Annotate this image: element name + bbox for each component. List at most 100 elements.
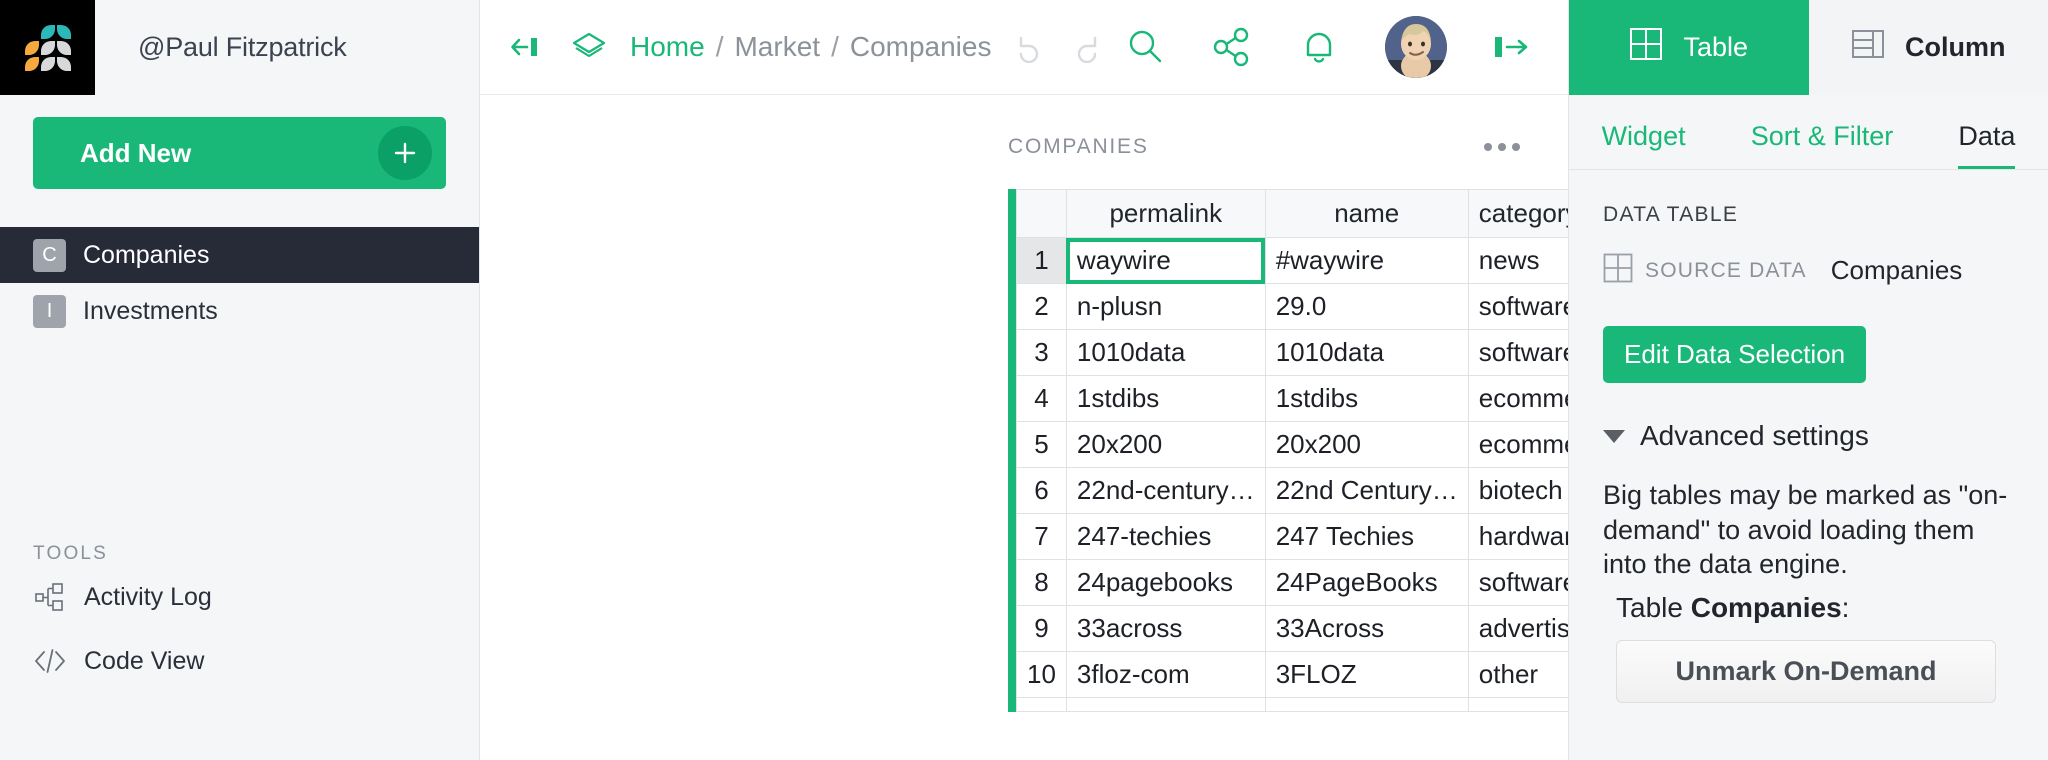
cell-category-code[interactable]: software xyxy=(1467,283,1568,330)
cell-permalink[interactable]: 3floz-com xyxy=(1065,651,1266,698)
main-content: COMPANIES permalink name category_code s… xyxy=(480,95,1568,760)
cell-category-code[interactable]: other xyxy=(1467,651,1568,698)
tool-item-code-view[interactable]: Code View xyxy=(0,629,479,693)
table-line-prefix: Table xyxy=(1616,591,1691,623)
breadcrumb-market[interactable]: Market xyxy=(734,31,820,63)
breadcrumb: Home / Market / Companies xyxy=(510,30,991,64)
tool-item-activity-log[interactable]: Activity Log xyxy=(0,565,479,629)
cell-category-code[interactable]: advertising xyxy=(1467,605,1568,652)
table-row[interactable]: 9 33across 33Across advertising operatin… xyxy=(1016,605,1568,652)
center-column: Home / Market / Companies COMPANIES perm… xyxy=(480,0,1568,760)
advanced-settings-label: Advanced settings xyxy=(1640,420,1869,451)
add-new-button[interactable]: Add New xyxy=(33,117,446,189)
tab-column[interactable]: Column xyxy=(1808,0,2048,95)
column-header-category-code[interactable]: category_code xyxy=(1467,189,1568,238)
sidebar-item-label: Investments xyxy=(83,296,218,325)
cell-name[interactable]: 1010data xyxy=(1264,329,1469,376)
sidebar-item-investments[interactable]: I Investments xyxy=(0,283,479,339)
cell-category-code[interactable]: ecommerce xyxy=(1467,421,1568,468)
sidebar-item-companies[interactable]: C Companies xyxy=(0,227,479,283)
cell-name[interactable]: 3FLOZ xyxy=(1264,651,1469,698)
logout-icon[interactable] xyxy=(1492,30,1532,64)
cell-category-code[interactable]: biotech xyxy=(1467,467,1568,514)
cell-name[interactable]: 247 Techies xyxy=(1264,513,1469,560)
history-controls xyxy=(1011,31,1105,63)
cell-category-code[interactable]: news xyxy=(1467,237,1568,284)
cell-permalink[interactable]: 247-techies xyxy=(1065,513,1266,560)
cell-name[interactable]: 29.0 xyxy=(1264,283,1469,330)
table-row[interactable]: 6 22nd-century… 22nd Century… biotech ip… xyxy=(1016,467,1568,514)
edit-data-selection-button[interactable]: Edit Data Selection xyxy=(1603,326,1867,383)
table-row[interactable]: 3 1010data 1010data software operating N… xyxy=(1016,329,1568,376)
cell-permalink[interactable]: 1010data xyxy=(1065,329,1266,376)
cell-permalink[interactable]: 33across xyxy=(1065,605,1266,652)
redo-icon[interactable] xyxy=(1069,31,1105,63)
subtab-widget[interactable]: Widget xyxy=(1602,121,1686,169)
table-row[interactable]: 2 n-plusn 29.0 software operating NY xyxy=(1016,283,1568,330)
table-body: 1 waywire #waywire news operating NY 2 n… xyxy=(1016,237,1568,712)
data-grid[interactable]: permalink name category_code status stat… xyxy=(1016,189,1568,712)
source-data-row: SOURCE DATA Companies xyxy=(1603,253,2014,288)
column-icon xyxy=(1851,27,1885,68)
cell-name[interactable]: 33Across xyxy=(1264,605,1469,652)
table-row[interactable]: 7 247-techies 247 Techies hardware opera… xyxy=(1016,513,1568,560)
cell-name[interactable]: 1stdibs xyxy=(1264,375,1469,422)
cell-category-code[interactable]: ecommerce xyxy=(1467,375,1568,422)
advanced-settings-toggle[interactable]: Advanced settings xyxy=(1603,420,2014,452)
breadcrumb-companies[interactable]: Companies xyxy=(850,31,992,63)
sidebar-item-label: Companies xyxy=(83,240,210,269)
cell-category-code[interactable]: hardware xyxy=(1467,513,1568,560)
column-header-name[interactable]: name xyxy=(1264,189,1469,238)
avatar[interactable] xyxy=(1385,16,1447,78)
table-row[interactable]: 5 20x200 20x200 ecommerce operating NY xyxy=(1016,421,1568,468)
table-row[interactable]: 8 24pagebooks 24PageBooks software close… xyxy=(1016,559,1568,606)
table-row[interactable]: 10 3floz-com 3FLOZ other operating NY xyxy=(1016,651,1568,698)
advanced-settings-description: Big tables may be marked as "on-demand" … xyxy=(1603,480,2008,580)
search-icon[interactable] xyxy=(1124,26,1166,68)
brand-bar: @Paul Fitzpatrick xyxy=(0,0,479,95)
bell-icon[interactable] xyxy=(1298,26,1340,68)
grid-icon xyxy=(1629,27,1663,68)
layers-icon[interactable] xyxy=(570,30,608,64)
cell-permalink[interactable]: waywire xyxy=(1065,237,1266,284)
source-data-label: SOURCE DATA xyxy=(1645,258,1807,282)
collapse-left-icon[interactable] xyxy=(510,32,544,62)
grid-selection-bar xyxy=(1008,189,1016,712)
source-data-value: Companies xyxy=(1830,255,1963,285)
column-header-permalink[interactable]: permalink xyxy=(1065,189,1266,238)
cell-permalink[interactable]: 20x200 xyxy=(1065,421,1266,468)
cell-name[interactable]: #waywire xyxy=(1264,237,1469,284)
app-root: @Paul Fitzpatrick Add New C Companies I … xyxy=(0,0,2048,760)
app-logo[interactable] xyxy=(0,0,95,95)
breadcrumb-home[interactable]: Home xyxy=(630,31,705,63)
grid-icon xyxy=(1603,253,1633,288)
cell-permalink[interactable]: n-plusn xyxy=(1065,283,1266,330)
add-new-wrapper: Add New xyxy=(0,95,479,189)
tab-table[interactable]: Table xyxy=(1569,0,1809,95)
row-number: 7 xyxy=(1016,513,1067,560)
table-row[interactable]: 1 waywire #waywire news operating NY xyxy=(1016,237,1568,284)
table-row[interactable]: 4 1stdibs 1stdibs ecommerce operating NY xyxy=(1016,375,1568,422)
cell-permalink[interactable]: 24pagebooks xyxy=(1065,559,1266,606)
top-bar: Home / Market / Companies xyxy=(480,0,1568,95)
cell-category-code[interactable]: software xyxy=(1467,329,1568,376)
share-icon[interactable] xyxy=(1211,26,1253,68)
page-title: COMPANIES xyxy=(1008,135,1149,158)
subtab-sort-filter[interactable]: Sort & Filter xyxy=(1751,121,1894,169)
row-number: 2 xyxy=(1016,283,1067,330)
tools-section-header: TOOLS xyxy=(33,543,109,564)
cell-name[interactable]: 20x200 xyxy=(1264,421,1469,468)
right-panel-tabs: Table Column xyxy=(1569,0,2048,95)
more-options-icon[interactable] xyxy=(1484,143,1520,151)
undo-icon[interactable] xyxy=(1011,31,1047,63)
cell-permalink[interactable]: 22nd-century… xyxy=(1065,467,1266,514)
cell-category-code[interactable]: software xyxy=(1467,559,1568,606)
breadcrumb-separator: / xyxy=(715,31,724,62)
table-header-row: permalink name category_code status stat xyxy=(1016,189,1568,238)
cell-name[interactable]: 24PageBooks xyxy=(1264,559,1469,606)
cell-permalink[interactable]: 1stdibs xyxy=(1065,375,1266,422)
cell-name[interactable]: 22nd Century… xyxy=(1264,467,1469,514)
subtab-data[interactable]: Data xyxy=(1958,121,2016,169)
unmark-on-demand-button[interactable]: Unmark On-Demand xyxy=(1616,639,1996,703)
workspace-user-name: @Paul Fitzpatrick xyxy=(138,32,347,62)
